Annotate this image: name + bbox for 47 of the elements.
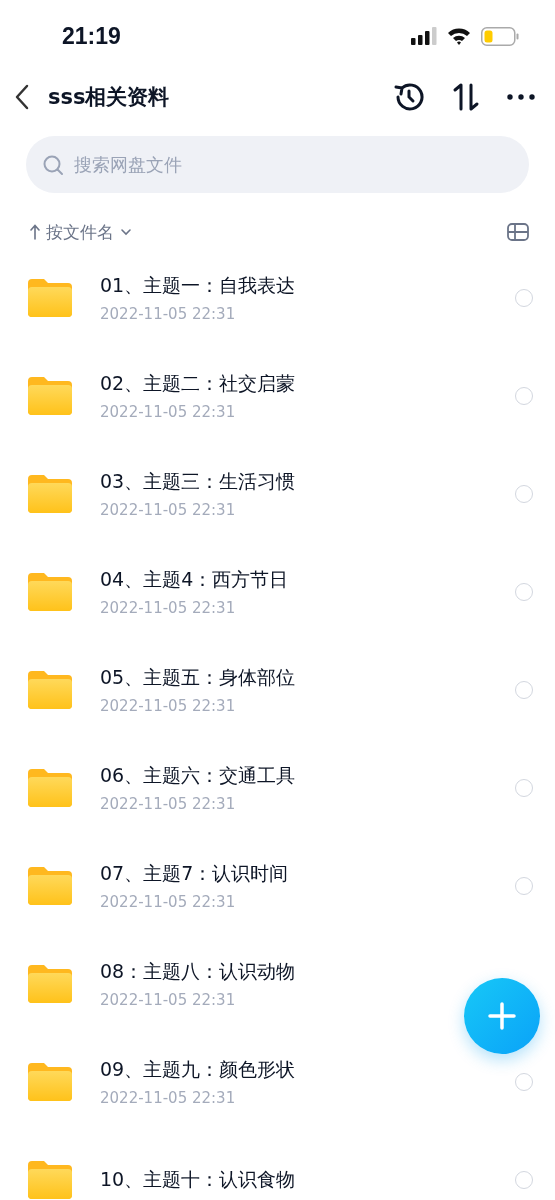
folder-icon [28,867,72,905]
search-field[interactable]: 搜索网盘文件 [72,153,513,176]
file-name[interactable]: 05、主题五：身体部位 [100,665,296,691]
file-name[interactable]: 01、主题一：自我表达 [100,273,296,299]
file-date: 2022-11-05 22:31 [100,893,236,911]
file-date: 2022-11-05 22:31 [100,501,236,519]
folder-icon [28,1063,72,1101]
folder-icon [28,769,72,807]
sort-icon[interactable] [451,82,481,112]
wifi-icon [447,27,471,45]
add-button[interactable] [464,978,540,1054]
back-icon[interactable] [14,84,30,110]
file-name[interactable]: 08：主题八：认识动物 [100,959,296,985]
file-date: 2022-11-05 22:31 [100,697,236,715]
signal-icon [411,27,437,45]
file-name[interactable]: 03、主题三：生活习惯 [100,469,296,495]
file-name[interactable]: 09、主题九：颜色形状 [100,1057,296,1083]
file-date: 2022-11-05 22:31 [100,1089,236,1107]
folder-title: sss相关资料 [48,84,171,111]
folder-icon [28,573,72,611]
folder-icon [28,377,72,415]
file-date: 2022-11-05 22:31 [100,795,236,813]
status-time: 21:19 [62,22,121,50]
view-toggle-icon[interactable] [507,223,529,241]
up-arrow-icon [30,224,40,240]
folder-icon [28,965,72,1003]
file-date: 2022-11-05 22:31 [100,991,236,1009]
folder-icon [28,279,72,317]
history-icon[interactable] [393,81,425,113]
file-name[interactable]: 07、主题7：认识时间 [100,861,289,887]
more-icon[interactable] [507,94,535,100]
file-name[interactable]: 04、主题4：西方节日 [100,567,289,593]
search-icon [42,153,64,176]
folder-icon [28,1161,72,1199]
file-name[interactable]: 06、主题六：交通工具 [100,763,296,789]
file-name[interactable]: 10、主题十：认识食物 [100,1167,296,1193]
folder-icon [28,671,72,709]
file-date: 2022-11-05 22:31 [100,403,236,421]
search-bar[interactable]: 搜索网盘文件 [26,136,529,193]
folder-icon [28,475,72,513]
sort-dropdown[interactable]: 按文件名 [30,220,132,244]
file-name[interactable]: 02、主题二：社交启蒙 [100,371,296,397]
file-date: 2022-11-05 22:31 [100,305,236,323]
chevron-down-icon [120,228,132,236]
file-date: 2022-11-05 22:31 [100,599,236,617]
battery-icon [481,26,519,46]
plus-icon [487,1001,517,1031]
